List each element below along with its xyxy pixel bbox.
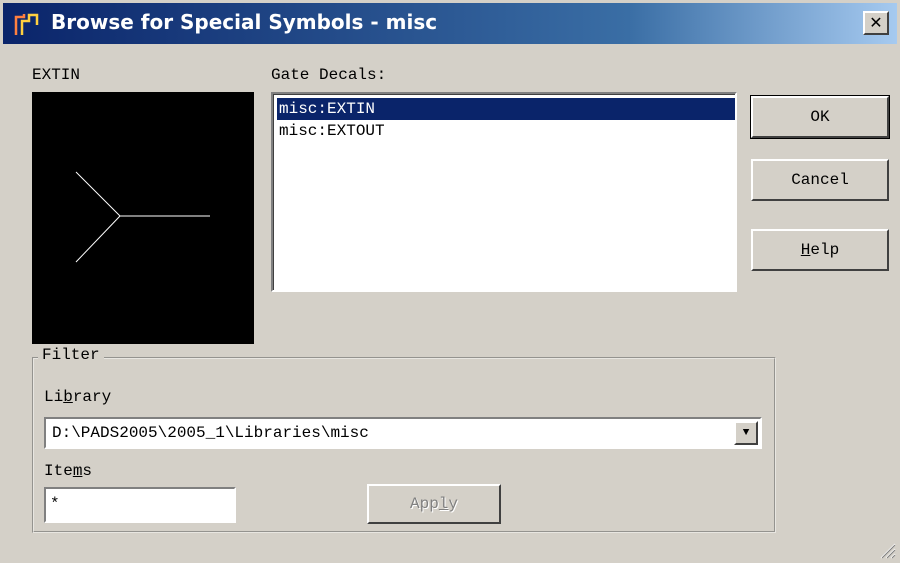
app-icon [14,13,39,35]
items-label-pre: Ite [44,462,73,480]
list-item[interactable]: misc:EXTOUT [277,120,735,142]
dropdown-button[interactable]: ▼ [734,421,758,445]
items-input[interactable]: * [44,487,236,523]
items-label-mnemonic: m [72,462,83,480]
help-label: elp [810,241,840,259]
gate-decals-label: Gate Decals: [271,66,387,84]
extin-symbol-icon [75,171,210,263]
cancel-button[interactable]: Cancel [751,159,889,201]
apply-mnemonic: l [438,495,449,513]
window-title: Browse for Special Symbols - misc [51,10,438,34]
ok-button[interactable]: OK [750,95,890,139]
filter-group-title: Filter [38,346,104,364]
preview-label: EXTIN [32,66,81,84]
list-item[interactable]: misc:EXTIN [277,98,735,120]
chevron-down-icon: ▼ [742,427,750,439]
resize-grip-icon[interactable] [878,541,896,559]
apply-label-post: y [448,495,459,513]
apply-button[interactable]: App l y [367,484,501,524]
library-label-pre: Li [44,388,64,406]
library-combobox[interactable]: D:\PADS2005\2005_1\Libraries\misc ▼ [44,417,762,449]
library-label: Library [44,388,111,406]
gate-decals-list[interactable]: misc:EXTIN misc:EXTOUT [271,92,737,292]
title-bar: Browse for Special Symbols - misc ✕ [0,0,900,44]
help-mnemonic: H [800,241,811,259]
items-label: Items [44,462,92,480]
library-label-post: rary [72,388,112,406]
items-label-post: s [82,462,93,480]
close-icon: ✕ [869,13,883,32]
close-button[interactable]: ✕ [863,11,889,35]
library-label-mnemonic: b [63,388,73,406]
symbol-preview [32,92,254,344]
apply-label-pre: App [409,495,439,513]
help-button[interactable]: Help [751,229,889,271]
library-value: D:\PADS2005\2005_1\Libraries\misc [52,424,369,442]
